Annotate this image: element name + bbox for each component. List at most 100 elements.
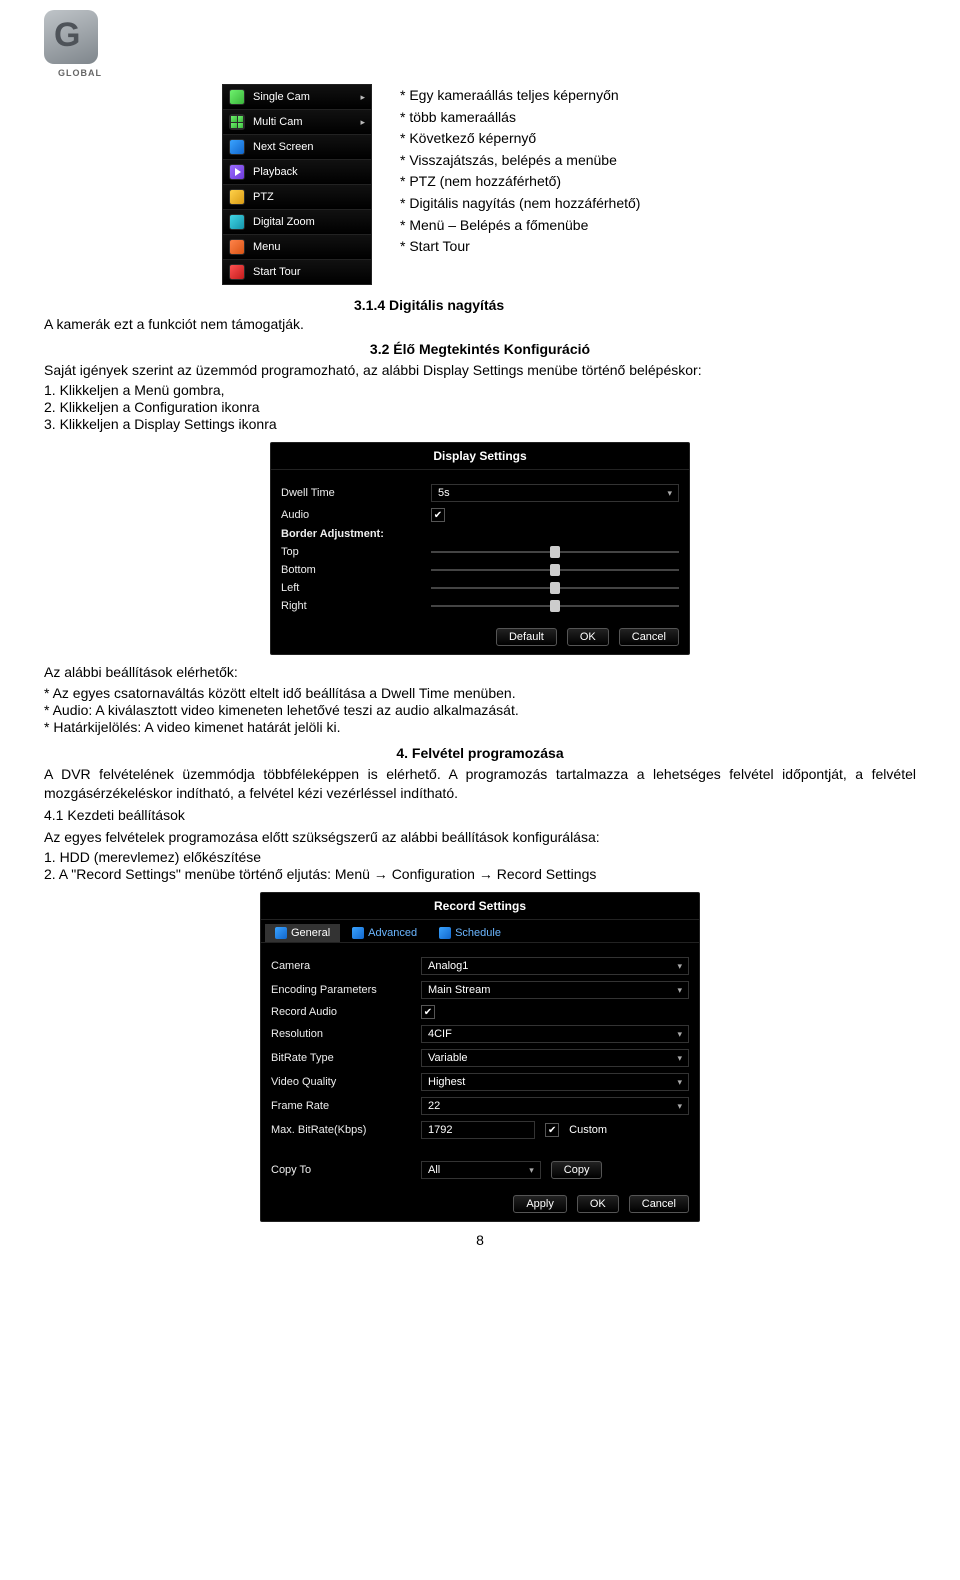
quickmenu-label: Single Cam: [253, 91, 310, 103]
cancel-button[interactable]: Cancel: [619, 628, 679, 646]
step-line: 2. Klikkeljen a Configuration ikonra: [44, 399, 916, 415]
initial-settings-intro: Az egyes felvételek programozása előtt s…: [44, 828, 916, 848]
video-quality-select[interactable]: Highest▾: [421, 1073, 689, 1091]
chevron-down-icon: ▾: [529, 1165, 534, 1176]
bullet-line: * Menü – Belépés a főmenübe: [400, 216, 640, 236]
record-settings-dialog: Record Settings General Advanced Schedul…: [260, 892, 700, 1222]
chevron-down-icon: ▾: [677, 1053, 682, 1064]
dwell-time-label: Dwell Time: [281, 487, 421, 499]
top-label: Top: [281, 546, 421, 558]
live-view-config-intro: Saját igények szerint az üzemmód program…: [44, 361, 916, 381]
tab-label: Advanced: [368, 927, 417, 939]
logo-block: GLOBAL: [44, 10, 116, 78]
dialog-title: Display Settings: [271, 443, 689, 470]
step-line: 2. A "Record Settings" menübe történő el…: [44, 866, 916, 882]
multi-cam-icon: [229, 114, 245, 130]
step-line: 1. Klikkeljen a Menü gombra,: [44, 382, 916, 398]
tab-label: General: [291, 927, 330, 939]
ok-button[interactable]: OK: [567, 628, 609, 646]
quickmenu-digital-zoom[interactable]: Digital Zoom: [223, 210, 371, 235]
ok-button[interactable]: OK: [577, 1195, 619, 1213]
border-adjustment-label: Border Adjustment:: [281, 528, 384, 540]
bottom-slider[interactable]: [431, 569, 679, 571]
advanced-tab-icon: [352, 927, 364, 939]
quickmenu-single-cam[interactable]: Single Cam ▸: [223, 85, 371, 110]
cancel-button[interactable]: Cancel: [629, 1195, 689, 1213]
live-view-steps: 1. Klikkeljen a Menü gombra, 2. Klikkelj…: [44, 382, 916, 432]
chevron-right-icon: ▸: [360, 92, 365, 103]
right-slider[interactable]: [431, 605, 679, 607]
next-screen-icon: [229, 139, 245, 155]
bullet-line: * Következő képernyő: [400, 129, 640, 149]
quickmenu-label: Digital Zoom: [253, 216, 315, 228]
resolution-select[interactable]: 4CIF ▾: [421, 1025, 689, 1043]
initial-settings-steps: 1. HDD (merevlemez) előkészítése 2. A "R…: [44, 849, 916, 882]
page-number: 8: [44, 1232, 916, 1248]
quickmenu-label: Menu: [253, 241, 281, 253]
step-line: 1. HDD (merevlemez) előkészítése: [44, 849, 916, 865]
quickmenu-playback[interactable]: Playback: [223, 160, 371, 185]
intro-row: Single Cam ▸ Multi Cam ▸ Next Screen Pla…: [44, 84, 916, 285]
copy-to-value: All: [428, 1164, 440, 1176]
dwell-time-select[interactable]: 5s ▾: [431, 484, 679, 502]
copy-to-select[interactable]: All ▾: [421, 1161, 541, 1179]
digital-zoom-icon: [229, 214, 245, 230]
chevron-down-icon: ▾: [667, 488, 672, 499]
dwell-time-value: 5s: [438, 487, 450, 499]
bullet-line: * Digitális nagyítás (nem hozzáférhető): [400, 194, 640, 214]
quickmenu-label: PTZ: [253, 191, 274, 203]
quick-menu[interactable]: Single Cam ▸ Multi Cam ▸ Next Screen Pla…: [222, 84, 372, 285]
tab-advanced[interactable]: Advanced: [342, 924, 427, 942]
camera-label: Camera: [271, 960, 411, 972]
audio-label: Audio: [281, 509, 421, 521]
quickmenu-label: Multi Cam: [253, 116, 303, 128]
tab-general[interactable]: General: [265, 924, 340, 942]
bottom-label: Bottom: [281, 564, 421, 576]
quickmenu-label: Next Screen: [253, 141, 314, 153]
tab-schedule[interactable]: Schedule: [429, 924, 511, 942]
camera-select[interactable]: Analog1▾: [421, 957, 689, 975]
quickmenu-multi-cam[interactable]: Multi Cam ▸: [223, 110, 371, 135]
bitrate-type-select[interactable]: Variable▾: [421, 1049, 689, 1067]
quickmenu-label: Start Tour: [253, 266, 301, 278]
max-bitrate-value: 1792: [428, 1124, 452, 1136]
settings-line: * Audio: A kiválasztott video kimeneten …: [44, 702, 916, 718]
record-audio-checkbox[interactable]: [421, 1005, 435, 1019]
cameras-no-support: A kamerák ezt a funkciót nem támogatják.: [44, 315, 916, 335]
copy-to-label: Copy To: [271, 1164, 411, 1176]
menu-icon: [229, 239, 245, 255]
camera-value: Analog1: [428, 960, 468, 972]
top-slider[interactable]: [431, 551, 679, 553]
left-label: Left: [281, 582, 421, 594]
default-button[interactable]: Default: [496, 628, 557, 646]
bullet-line: * több kameraállás: [400, 108, 640, 128]
resolution-label: Resolution: [271, 1028, 411, 1040]
quickmenu-ptz[interactable]: PTZ: [223, 185, 371, 210]
left-slider[interactable]: [431, 587, 679, 589]
quickmenu-menu[interactable]: Menu: [223, 235, 371, 260]
max-bitrate-label: Max. BitRate(Kbps): [271, 1124, 411, 1136]
general-tab-icon: [275, 927, 287, 939]
max-bitrate-input[interactable]: 1792: [421, 1121, 535, 1139]
bullet-line: * Visszajátszás, belépés a menübe: [400, 151, 640, 171]
settings-line: * Az egyes csatornaváltás között eltelt …: [44, 685, 916, 701]
quickmenu-next-screen[interactable]: Next Screen: [223, 135, 371, 160]
custom-checkbox[interactable]: [545, 1123, 559, 1137]
apply-button[interactable]: Apply: [513, 1195, 567, 1213]
record-settings-tabs: General Advanced Schedule: [261, 920, 699, 943]
frame-rate-select[interactable]: 22▾: [421, 1097, 689, 1115]
chevron-down-icon: ▾: [677, 985, 682, 996]
bitrate-type-label: BitRate Type: [271, 1052, 411, 1064]
encoding-params-label: Encoding Parameters: [271, 984, 411, 996]
bullet-line: * Egy kameraállás teljes képernyőn: [400, 86, 640, 106]
bullet-line: * PTZ (nem hozzáférhető): [400, 172, 640, 192]
chevron-down-icon: ▾: [677, 1029, 682, 1040]
live-view-config-heading: 3.2 Élő Megtekintés Konfiguráció: [44, 341, 916, 357]
resolution-value: 4CIF: [428, 1028, 452, 1040]
audio-checkbox[interactable]: [431, 508, 445, 522]
custom-label: Custom: [569, 1124, 607, 1136]
quickmenu-start-tour[interactable]: Start Tour: [223, 260, 371, 284]
right-label: Right: [281, 600, 421, 612]
encoding-params-select[interactable]: Main Stream▾: [421, 981, 689, 999]
copy-button[interactable]: Copy: [551, 1161, 603, 1179]
